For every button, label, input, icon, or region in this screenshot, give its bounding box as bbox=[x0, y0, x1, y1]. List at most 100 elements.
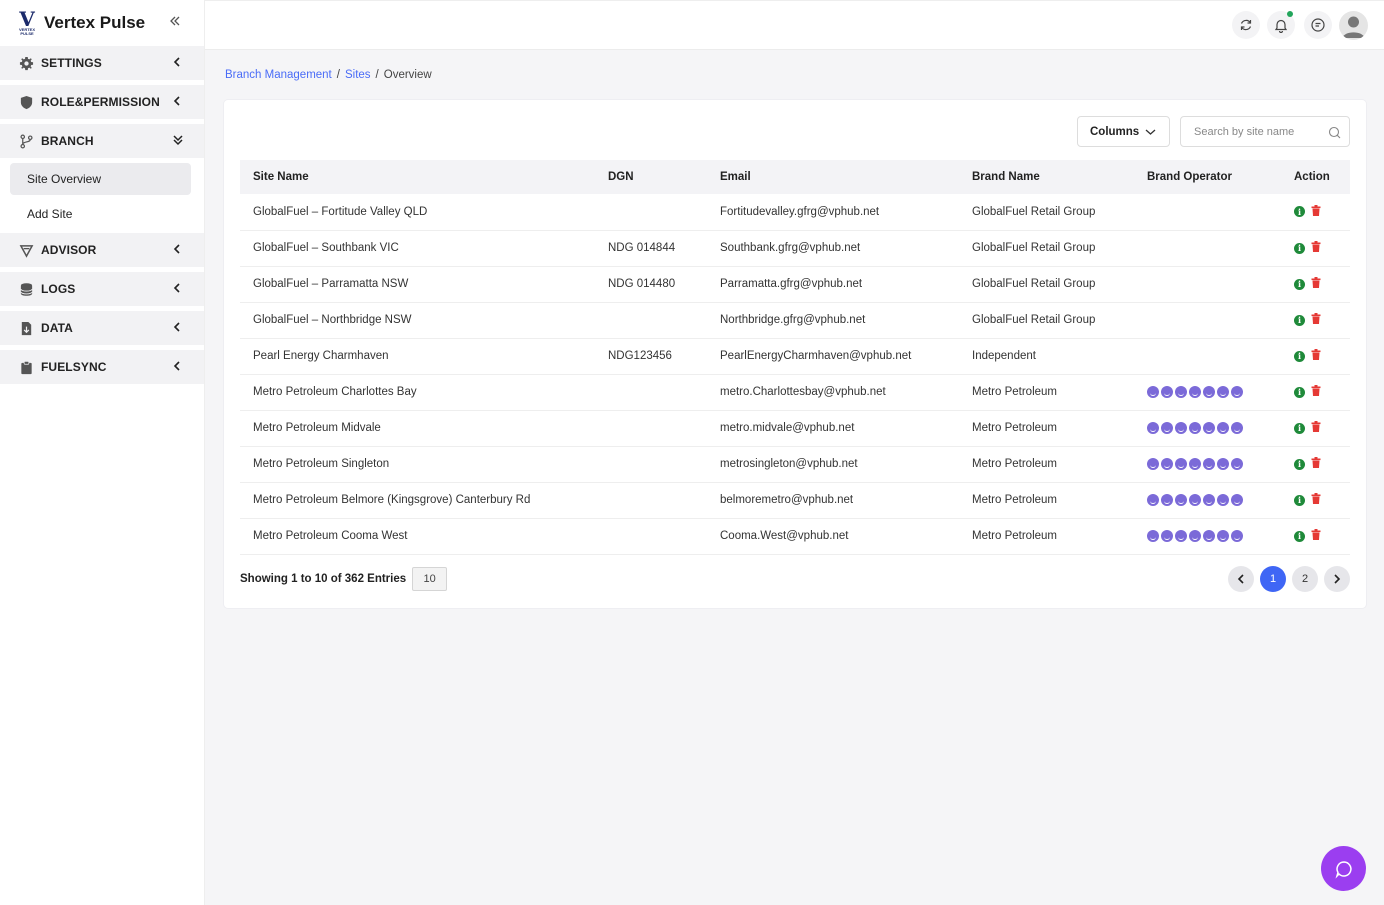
table-row[interactable]: Metro Petroleum Cooma West Cooma.West@vph… bbox=[240, 518, 1350, 554]
operator-avatar-icon[interactable] bbox=[1203, 386, 1215, 398]
operator-avatar-icon[interactable] bbox=[1231, 494, 1243, 506]
nav-section-logs[interactable]: LOGS bbox=[0, 272, 204, 306]
table-row[interactable]: Metro Petroleum Singleton metrosingleton@… bbox=[240, 446, 1350, 482]
columns-button[interactable]: Columns bbox=[1077, 116, 1170, 147]
operator-avatar-icon[interactable] bbox=[1231, 530, 1243, 542]
breadcrumb-sites[interactable]: Sites bbox=[345, 69, 371, 81]
info-icon[interactable]: i bbox=[1294, 530, 1305, 542]
table-row[interactable]: GlobalFuel – Parramatta NSW NDG 014480 Par… bbox=[240, 266, 1350, 302]
operator-avatar-icon[interactable] bbox=[1175, 386, 1187, 398]
info-icon[interactable]: i bbox=[1294, 422, 1305, 434]
info-icon[interactable]: i bbox=[1294, 314, 1305, 326]
operator-avatar-icon[interactable] bbox=[1175, 458, 1187, 470]
sidebar-item-add-site[interactable]: Add Site bbox=[10, 198, 191, 230]
info-icon[interactable]: i bbox=[1294, 386, 1305, 398]
operator-avatar-icon[interactable] bbox=[1189, 530, 1201, 542]
info-icon[interactable]: i bbox=[1294, 458, 1305, 470]
brand[interactable]: V VERTEX PULSE Vertex Pulse bbox=[0, 0, 204, 46]
operator-avatar-icon[interactable] bbox=[1161, 530, 1173, 542]
operator-avatar-icon[interactable] bbox=[1231, 422, 1243, 434]
operator-avatar-icon[interactable] bbox=[1189, 458, 1201, 470]
operator-avatar-icon[interactable] bbox=[1147, 530, 1159, 542]
chat-button[interactable] bbox=[1321, 846, 1366, 891]
user-avatar[interactable] bbox=[1339, 11, 1368, 40]
operator-avatar-icon[interactable] bbox=[1161, 494, 1173, 506]
trash-icon[interactable] bbox=[1311, 529, 1321, 543]
table-row[interactable]: GlobalFuel – Southbank VIC NDG 014844 Sout… bbox=[240, 230, 1350, 266]
trash-icon[interactable] bbox=[1311, 421, 1321, 435]
next-page-button[interactable] bbox=[1324, 566, 1350, 592]
info-icon[interactable]: i bbox=[1294, 494, 1305, 506]
operator-avatar-icon[interactable] bbox=[1189, 494, 1201, 506]
operator-avatar-icon[interactable] bbox=[1217, 530, 1229, 542]
nav-section-advisor[interactable]: ADVISOR bbox=[0, 233, 204, 267]
operator-avatar-icon[interactable] bbox=[1161, 422, 1173, 434]
operator-avatar-icon[interactable] bbox=[1147, 386, 1159, 398]
trash-icon[interactable] bbox=[1311, 241, 1321, 255]
prev-page-button[interactable] bbox=[1228, 566, 1254, 592]
operator-avatar-icon[interactable] bbox=[1203, 458, 1215, 470]
nav-section-fuelsync[interactable]: FUELSYNC bbox=[0, 350, 204, 384]
operator-avatar-icon[interactable] bbox=[1217, 494, 1229, 506]
per-page-select[interactable]: 10 bbox=[412, 567, 448, 591]
table-row[interactable]: Metro Petroleum Belmore (Kingsgrove) Can… bbox=[240, 482, 1350, 518]
trash-icon[interactable] bbox=[1311, 277, 1321, 291]
search-input[interactable] bbox=[1194, 125, 1314, 138]
operator-avatar-icon[interactable] bbox=[1175, 530, 1187, 542]
sidebar-item-site-overview[interactable]: Site Overview bbox=[10, 163, 191, 195]
info-icon[interactable]: i bbox=[1294, 278, 1305, 290]
operator-avatar-icon[interactable] bbox=[1189, 386, 1201, 398]
operator-avatar-icon[interactable] bbox=[1189, 422, 1201, 434]
info-icon[interactable]: i bbox=[1294, 242, 1305, 254]
search-box[interactable] bbox=[1180, 116, 1350, 147]
notification-bell-icon[interactable] bbox=[1267, 11, 1295, 39]
operator-avatar-icon[interactable] bbox=[1217, 386, 1229, 398]
info-icon[interactable]: i bbox=[1294, 206, 1305, 218]
page-2-button[interactable]: 2 bbox=[1292, 566, 1318, 592]
messages-icon[interactable] bbox=[1304, 11, 1332, 39]
col-header-brand-name[interactable]: Brand Name bbox=[959, 160, 1134, 194]
nav-section-role-permission[interactable]: ROLE&PERMISSION bbox=[0, 85, 204, 119]
table-row[interactable]: Pearl Energy Charmhaven NDG123456 PearlEne… bbox=[240, 338, 1350, 374]
search-icon[interactable] bbox=[1328, 126, 1341, 142]
table-row[interactable]: Metro Petroleum Charlottes Bay metro.Char… bbox=[240, 374, 1350, 410]
refresh-icon[interactable] bbox=[1232, 11, 1260, 39]
operator-avatar-icon[interactable] bbox=[1231, 386, 1243, 398]
table-row[interactable]: GlobalFuel – Fortitude Valley QLD Fortitu… bbox=[240, 194, 1350, 230]
operator-avatar-icon[interactable] bbox=[1161, 386, 1173, 398]
operator-list bbox=[1147, 494, 1281, 506]
collapse-sidebar-icon[interactable] bbox=[168, 14, 184, 30]
info-icon[interactable]: i bbox=[1294, 350, 1305, 362]
operator-avatar-icon[interactable] bbox=[1203, 494, 1215, 506]
operator-avatar-icon[interactable] bbox=[1217, 422, 1229, 434]
trash-icon[interactable] bbox=[1311, 385, 1321, 399]
operator-avatar-icon[interactable] bbox=[1147, 458, 1159, 470]
operator-avatar-icon[interactable] bbox=[1203, 530, 1215, 542]
col-header-dgn[interactable]: DGN bbox=[595, 160, 707, 194]
table-row[interactable]: Metro Petroleum Midvale metro.midvale@vph… bbox=[240, 410, 1350, 446]
operator-avatar-icon[interactable] bbox=[1147, 494, 1159, 506]
nav-section-branch[interactable]: BRANCH bbox=[0, 124, 204, 158]
trash-icon[interactable] bbox=[1311, 457, 1321, 471]
operator-avatar-icon[interactable] bbox=[1147, 422, 1159, 434]
page-1-button[interactable]: 1 bbox=[1260, 566, 1286, 592]
col-header-site-name[interactable]: Site Name bbox=[240, 160, 595, 194]
operator-avatar-icon[interactable] bbox=[1231, 458, 1243, 470]
operator-avatar-icon[interactable] bbox=[1161, 458, 1173, 470]
operator-avatar-icon[interactable] bbox=[1175, 494, 1187, 506]
operator-avatar-icon[interactable] bbox=[1175, 422, 1187, 434]
breadcrumb-branch-management[interactable]: Branch Management bbox=[225, 69, 332, 81]
col-header-brand-operator[interactable]: Brand Operator bbox=[1134, 160, 1281, 194]
trash-icon[interactable] bbox=[1311, 349, 1321, 363]
operator-avatar-icon[interactable] bbox=[1203, 422, 1215, 434]
col-header-email[interactable]: Email bbox=[707, 160, 959, 194]
trash-icon[interactable] bbox=[1311, 204, 1321, 219]
nav-section-data[interactable]: DATA bbox=[0, 311, 204, 345]
trash-icon[interactable] bbox=[1311, 493, 1321, 507]
topbar bbox=[205, 0, 1384, 50]
cell-dgn bbox=[595, 482, 707, 518]
trash-icon[interactable] bbox=[1311, 313, 1321, 327]
nav-section-settings[interactable]: SETTINGS bbox=[0, 46, 204, 80]
operator-avatar-icon[interactable] bbox=[1217, 458, 1229, 470]
table-row[interactable]: GlobalFuel – Northbridge NSW Northbridge.… bbox=[240, 302, 1350, 338]
